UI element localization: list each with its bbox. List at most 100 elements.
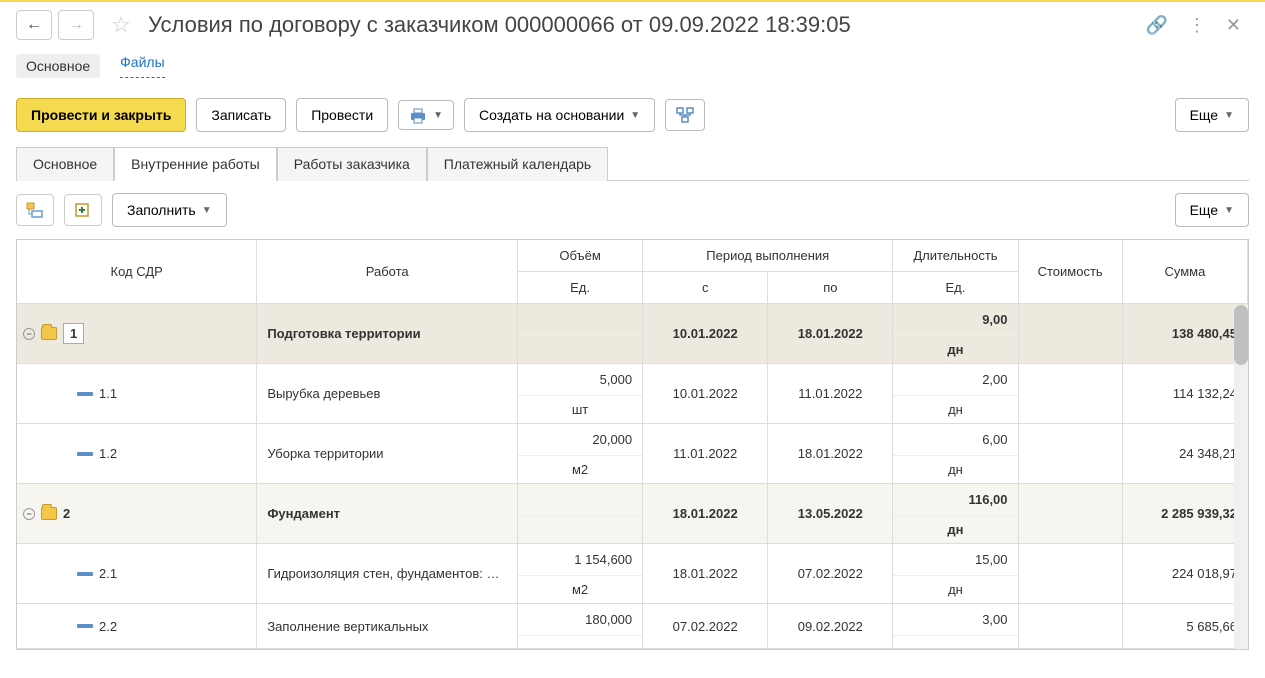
folder-icon [41,327,57,340]
table-row[interactable]: 2.2Заполнение вертикальных180,00007.02.2… [17,604,1248,649]
item-icon [77,624,93,628]
tab-payment-calendar[interactable]: Платежный календарь [427,147,608,181]
more-button[interactable]: Еще ▼ [1175,98,1249,132]
from-cell: 18.01.2022 [643,558,767,589]
top-tab-main[interactable]: Основное [16,54,100,78]
tab-customer-works[interactable]: Работы заказчика [277,147,427,181]
col-duration[interactable]: Длительность [893,240,1018,272]
vol-cell [518,499,642,515]
col-from[interactable]: с [643,272,768,304]
create-based-on-button[interactable]: Создать на основании ▼ [464,98,655,132]
add-item-button[interactable] [64,194,102,226]
to-cell: 07.02.2022 [768,558,892,589]
to-cell: 18.01.2022 [768,438,892,469]
close-icon[interactable]: ✕ [1226,15,1241,36]
sum-cell: 5 685,66 [1123,611,1247,642]
vertical-scrollbar[interactable] [1234,305,1248,649]
table-group-row[interactable]: −2Фундамент18.01.202213.05.2022116,00дн2… [17,484,1248,544]
dur-cell: 2,00 [893,364,1017,395]
sum-cell: 138 480,45 [1123,318,1247,349]
tab-internal-works[interactable]: Внутренние работы [114,147,277,181]
dur-unit-cell: дн [893,335,1017,363]
chevron-down-icon: ▼ [630,110,640,121]
post-button[interactable]: Провести [296,98,388,132]
to-cell: 18.01.2022 [768,318,892,349]
col-to[interactable]: по [768,272,893,304]
structure-icon [676,107,694,123]
link-icon[interactable]: 🔗 [1145,15,1167,36]
table-row[interactable]: 1.2Уборка территории20,000м211.01.202218… [17,424,1248,484]
cost-cell [1019,326,1122,342]
sum-cell: 24 348,21 [1123,438,1247,469]
vol-cell [518,319,642,335]
to-cell: 09.02.2022 [768,611,892,642]
cost-cell [1019,386,1122,402]
collapse-icon[interactable]: − [23,328,35,340]
col-cost[interactable]: Стоимость [1018,240,1122,304]
vol-cell: 1 154,600 [518,544,642,575]
folder-icon [41,507,57,520]
tab-more-button[interactable]: Еще ▼ [1175,193,1249,227]
from-cell: 11.01.2022 [643,438,767,469]
sum-cell: 224 018,97 [1123,558,1247,589]
post-and-close-button[interactable]: Провести и закрыть [16,98,186,132]
top-tab-files[interactable]: Файлы [120,54,164,78]
item-icon [77,572,93,576]
vol-cell: 180,000 [518,604,642,635]
col-code[interactable]: Код СДР [17,240,257,304]
tab-main[interactable]: Основное [16,147,114,181]
page-title: Условия по договору с заказчиком 0000000… [148,12,1139,38]
tab-more-label: Еще [1190,202,1219,218]
favorite-star-icon[interactable]: ☆ [106,10,136,40]
from-cell: 07.02.2022 [643,611,767,642]
fill-button[interactable]: Заполнить ▼ [112,193,227,227]
to-cell: 13.05.2022 [768,498,892,529]
from-cell: 10.01.2022 [643,318,767,349]
unit-cell: шт [518,395,642,423]
col-unit[interactable]: Ед. [518,272,643,304]
structure-button[interactable] [665,99,705,131]
code-input[interactable]: 1 [63,323,84,344]
create-based-label: Создать на основании [479,107,624,123]
work-cell: Подготовка территории [257,318,517,349]
work-cell: Гидроизоляция стен, фундаментов: … [257,558,517,589]
unit-cell: м2 [518,455,642,483]
code-text: 1.2 [99,446,117,461]
chevron-down-icon: ▼ [433,110,443,121]
table-row[interactable]: 1.1Вырубка деревьев5,000шт10.01.202211.0… [17,364,1248,424]
works-table: Код СДР Работа Объём Период выполнения Д… [16,239,1249,650]
scrollbar-thumb[interactable] [1234,305,1248,365]
more-label: Еще [1190,107,1219,123]
col-volume[interactable]: Объём [518,240,643,272]
work-cell: Вырубка деревьев [257,378,517,409]
print-button[interactable]: ▼ [398,100,454,130]
dur-unit-cell: дн [893,515,1017,543]
back-button[interactable]: ← [16,10,52,40]
cost-cell [1019,618,1122,634]
chevron-down-icon: ▼ [202,205,212,216]
dur-cell: 116,00 [893,484,1017,515]
expand-level-button[interactable] [16,194,54,226]
work-cell: Уборка территории [257,438,517,469]
unit-cell [518,335,642,348]
cost-cell [1019,506,1122,522]
table-row[interactable]: 2.1 Гидроизоляция стен, фундаментов: …1 1… [17,544,1248,604]
sum-cell: 114 132,24 [1123,378,1247,409]
col-dur-unit[interactable]: Ед. [893,272,1018,304]
collapse-icon[interactable]: − [23,508,35,520]
forward-button[interactable]: → [58,10,94,40]
col-work[interactable]: Работа [257,240,518,304]
col-sum[interactable]: Сумма [1122,240,1247,304]
col-period[interactable]: Период выполнения [643,240,893,272]
unit-cell [518,515,642,528]
code-text: 2.1 [99,566,117,581]
print-icon [409,108,427,122]
more-vertical-icon[interactable]: ⋮ [1188,15,1206,36]
dur-unit-cell: дн [893,395,1017,423]
dur-cell: 6,00 [893,424,1017,455]
code-text: 2.2 [99,619,117,634]
item-icon [77,452,93,456]
save-button[interactable]: Записать [196,98,286,132]
unit-cell: м2 [518,575,642,603]
table-group-row[interactable]: − 1 Подготовка территории 10.01.202218.01.2… [17,304,1248,364]
